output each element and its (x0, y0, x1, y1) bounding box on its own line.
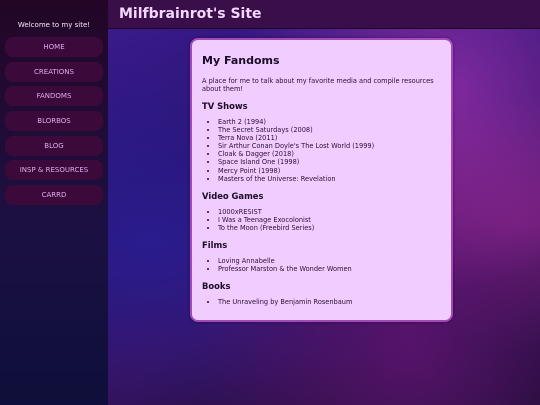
list-item: To the Moon (Freebird Series) (218, 224, 441, 232)
list-item: Professor Marston & the Wonder Women (218, 265, 441, 273)
page-intro: A place for me to talk about my favorite… (202, 77, 434, 93)
video-games-list: 1000xRESIST I Was a Teenage Exocolonist … (202, 208, 441, 232)
section-heading-video-games: Video Games (202, 190, 264, 201)
list-item: 1000xRESIST (218, 208, 441, 216)
sidebar-nav: HOME CREATIONS FANDOMS BLORBOS BLOG INSP… (5, 37, 103, 210)
books-list: The Unraveling by Benjamin Rosenbaum (202, 298, 441, 306)
films-list: Loving Annabelle Professor Marston & the… (202, 257, 441, 273)
list-item: Space Island One (1998) (218, 158, 441, 166)
list-item: The Secret Saturdays (2008) (218, 126, 441, 134)
nav-fandoms-button[interactable]: FANDOMS (5, 86, 103, 107)
list-item: I Was a Teenage Exocolonist (218, 216, 441, 224)
nav-carrd-button[interactable]: CARRD (5, 185, 103, 206)
section-heading-tv-shows: TV Shows (202, 101, 248, 111)
site-title: Milfbrainrot's Site (119, 6, 262, 22)
list-item: Loving Annabelle (218, 257, 441, 265)
list-item: Terra Nova (2011) (218, 134, 441, 142)
tv-shows-list: Earth 2 (1994) The Secret Saturdays (200… (202, 118, 441, 183)
sidebar: Welcome to my site! HOME CREATIONS FANDO… (0, 0, 108, 405)
nav-creations-button[interactable]: CREATIONS (5, 61, 103, 82)
nav-blorbos-button[interactable]: BLORBOS (5, 111, 103, 132)
list-item: Sir Arthur Conan Doyle's The Lost World … (218, 142, 441, 150)
welcome-text: Welcome to my site! (17, 21, 91, 29)
nav-insp-resources-button[interactable]: INSP & RESOURCES (5, 160, 103, 181)
nav-home-button[interactable]: HOME (5, 37, 103, 57)
content-card: My Fandoms A place for me to talk about … (190, 38, 453, 322)
list-item: The Unraveling by Benjamin Rosenbaum (218, 298, 441, 306)
section-heading-films: Films (202, 240, 228, 251)
list-item: Mercy Point (1998) (218, 167, 441, 175)
section-heading-books: Books (202, 281, 231, 292)
list-item: Earth 2 (1994) (218, 118, 441, 126)
page-title: My Fandoms (202, 54, 280, 67)
list-item: Cloak & Dagger (2018) (218, 150, 441, 158)
list-item: Masters of the Universe: Revelation (218, 175, 441, 183)
nav-blog-button[interactable]: BLOG (5, 135, 103, 156)
